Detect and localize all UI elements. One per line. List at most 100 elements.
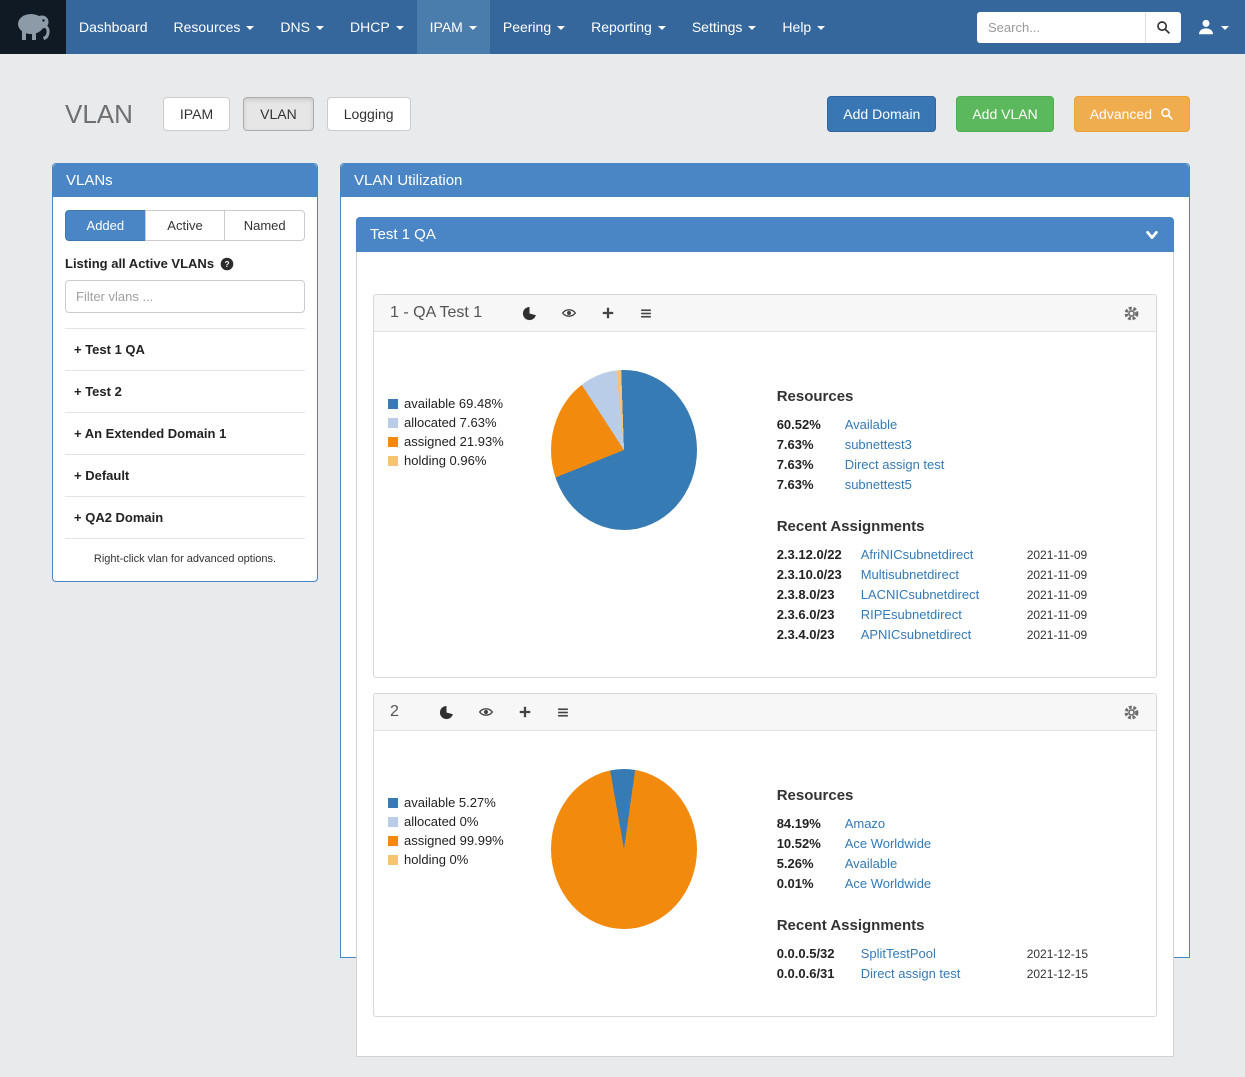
app-logo[interactable] [0, 0, 66, 54]
legend-item: assigned 21.93% [388, 434, 551, 449]
toggle-active[interactable]: Active [145, 210, 226, 241]
pie-chart-icon[interactable] [439, 705, 454, 720]
vlan-card-1: 1 - QA Test 1 [373, 294, 1157, 678]
pie-legend: available 5.27% allocated 0% assigned 99… [388, 755, 551, 986]
assignment-date: 2021-11-09 [1027, 628, 1142, 642]
nav-dashboard[interactable]: Dashboard [66, 0, 161, 54]
assignment-cidr: 0.0.0.6/31 [777, 966, 853, 981]
plus-icon[interactable] [518, 705, 532, 719]
nav-peering[interactable]: Peering [490, 0, 578, 54]
card-icon-group [522, 306, 653, 321]
assignment-date: 2021-11-09 [1027, 588, 1142, 602]
nav-label: IPAM [430, 19, 463, 35]
legend-label: allocated 0% [404, 814, 478, 829]
vlan-list-item[interactable]: + Test 2 [65, 371, 305, 413]
list-icon[interactable] [639, 307, 653, 320]
assignment-link[interactable]: APNICsubnetdirect [861, 627, 1019, 642]
domain-section-header[interactable]: Test 1 QA [356, 217, 1174, 252]
vlan-list-item[interactable]: + Test 1 QA [65, 329, 305, 371]
resource-link[interactable]: Ace Worldwide [845, 876, 1142, 891]
nav-help[interactable]: Help [769, 0, 838, 54]
vlan-list-item[interactable]: + QA2 Domain [65, 497, 305, 539]
help-icon[interactable]: ? [220, 257, 234, 271]
resource-link[interactable]: Available [845, 417, 1142, 432]
page-title: VLAN [65, 99, 133, 130]
resource-pct: 7.63% [777, 477, 839, 492]
assignment-date: 2021-12-15 [1027, 947, 1142, 961]
toggle-added[interactable]: Added [65, 210, 146, 241]
tab-vlan[interactable]: VLAN [243, 97, 314, 131]
resource-pct: 5.26% [777, 856, 839, 871]
toggle-named[interactable]: Named [224, 210, 305, 241]
listing-label-text: Listing all Active VLANs [65, 256, 214, 271]
assignment-link[interactable]: AfriNICsubnetdirect [861, 547, 1019, 562]
resource-row: 60.52%Available [777, 417, 1142, 432]
advanced-button[interactable]: Advanced [1074, 96, 1190, 132]
search-input[interactable] [977, 12, 1145, 43]
resource-row: 7.63% subnettest3 [777, 437, 1142, 452]
resource-link[interactable]: Direct assign test [845, 457, 1142, 472]
list-icon[interactable] [556, 706, 570, 719]
add-vlan-button[interactable]: Add VLAN [956, 96, 1053, 132]
resource-row: 84.19%Amazo [777, 816, 1142, 831]
legend-swatch-allocated [388, 418, 398, 428]
resource-link[interactable]: subnettest5 [845, 477, 1142, 492]
nav-reporting[interactable]: Reporting [578, 0, 679, 54]
legend-label: assigned 99.99% [404, 833, 504, 848]
assignment-link[interactable]: RIPEsubnetdirect [861, 607, 1019, 622]
plus-icon[interactable] [601, 306, 615, 320]
pie-chart-icon[interactable] [522, 306, 537, 321]
legend-swatch-assigned [388, 437, 398, 447]
assignment-link[interactable]: SplitTestPool [861, 946, 1019, 961]
vlan-utilization-title: VLAN Utilization [354, 172, 462, 189]
legend-swatch-holding [388, 456, 398, 466]
tab-ipam[interactable]: IPAM [163, 97, 230, 131]
main-nav: Dashboard Resources DNS DHCP IPAM Peerin… [66, 0, 838, 54]
nav-ipam[interactable]: IPAM [417, 0, 490, 54]
gear-icon[interactable] [1123, 704, 1140, 721]
eye-icon[interactable] [561, 306, 577, 320]
assignment-row: 2.3.8.0/23LACNICsubnetdirect2021-11-09 [777, 587, 1142, 602]
vlan-list-item[interactable]: + Default [65, 455, 305, 497]
eye-icon[interactable] [478, 705, 494, 719]
add-domain-button[interactable]: Add Domain [827, 96, 936, 132]
assignment-link[interactable]: Multisubnetdirect [861, 567, 1019, 582]
assignment-row: 2.3.12.0/22AfriNICsubnetdirect2021-11-09 [777, 547, 1142, 562]
assignment-row: 2.3.10.0/23Multisubnetdirect2021-11-09 [777, 567, 1142, 582]
resource-pct: 7.63% [777, 437, 839, 452]
user-menu[interactable] [1197, 18, 1229, 36]
assignment-link[interactable]: LACNICsubnetdirect [861, 587, 1019, 602]
nav-dhcp[interactable]: DHCP [337, 0, 417, 54]
search-button[interactable] [1145, 12, 1181, 43]
vlans-panel: VLANs Added Active Named Listing all Act… [52, 163, 318, 582]
resource-link[interactable]: Ace Worldwide [845, 836, 1142, 851]
mammoth-logo-icon [12, 10, 54, 44]
add-vlan-label: Add VLAN [972, 106, 1037, 122]
chevron-down-icon [246, 26, 254, 30]
resource-link[interactable]: Amazo [845, 816, 1142, 831]
vlan-filter-toggle-group: Added Active Named [65, 210, 305, 241]
resource-link[interactable]: subnettest3 [845, 437, 1142, 452]
resource-row: 7.63%Direct assign test [777, 457, 1142, 472]
chevron-down-icon[interactable] [1144, 228, 1160, 242]
chevron-down-icon [658, 26, 666, 30]
nav-settings[interactable]: Settings [679, 0, 770, 54]
vlan-filter-input[interactable] [65, 280, 305, 313]
nav-dns[interactable]: DNS [267, 0, 337, 54]
vlan-list-item[interactable]: + An Extended Domain 1 [65, 413, 305, 455]
assignment-link[interactable]: Direct assign test [861, 966, 1019, 981]
nav-label: Reporting [591, 19, 652, 35]
vlan-card-title: 1 - QA Test 1 [390, 304, 482, 322]
assignment-cidr: 2.3.4.0/23 [777, 627, 853, 642]
gear-icon[interactable] [1123, 305, 1140, 322]
tab-logging[interactable]: Logging [327, 97, 411, 131]
nav-resources[interactable]: Resources [161, 0, 268, 54]
assignment-date: 2021-11-09 [1027, 568, 1142, 582]
resource-link[interactable]: Available [845, 856, 1142, 871]
resource-row: 7.63% subnettest5 [777, 477, 1142, 492]
assignments-heading: Recent Assignments [777, 518, 1142, 535]
resource-row: 5.26% Available [777, 856, 1142, 871]
legend-swatch-holding [388, 855, 398, 865]
legend-item: assigned 99.99% [388, 833, 551, 848]
resources-heading: Resources [777, 388, 1142, 405]
